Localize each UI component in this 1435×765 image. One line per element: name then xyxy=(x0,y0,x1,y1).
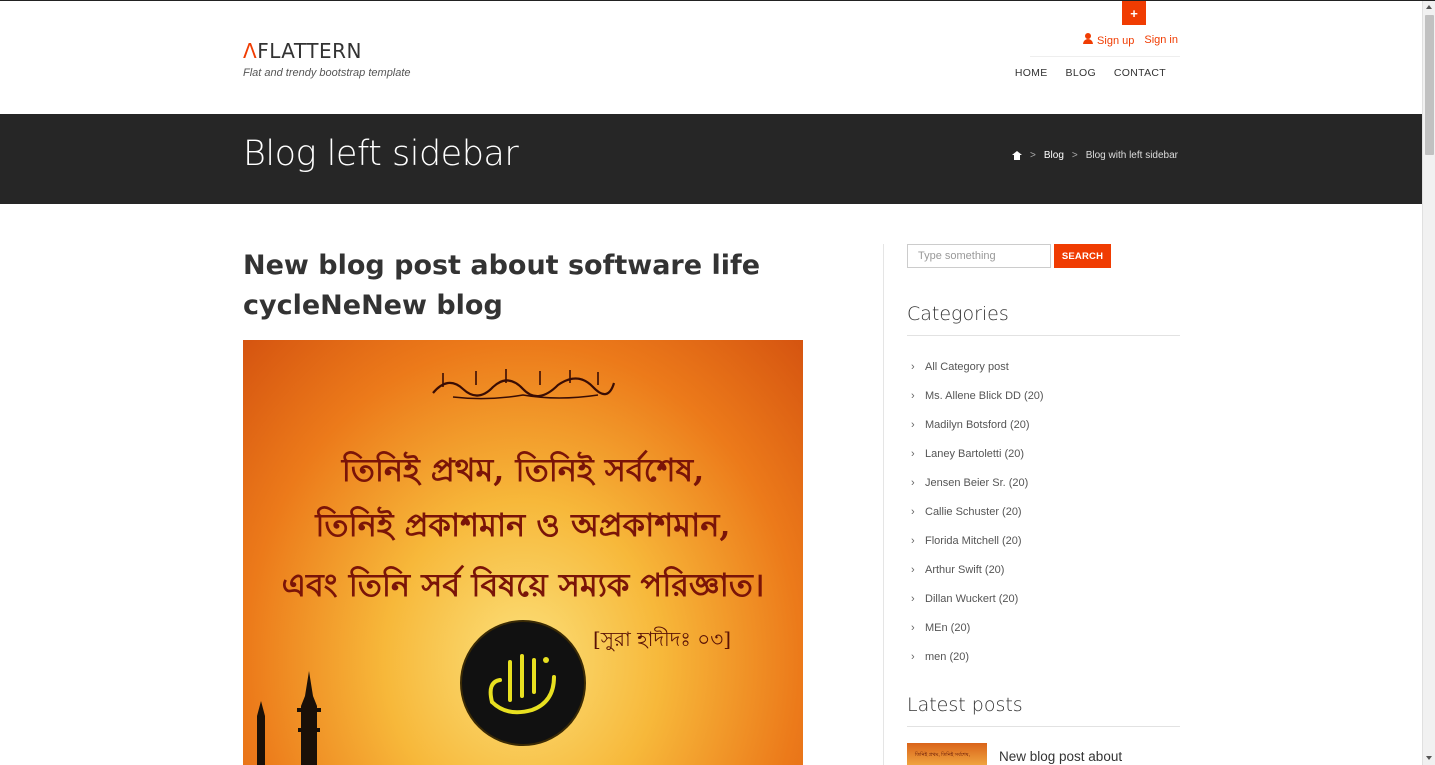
category-label: Laney Bartoletti (20) xyxy=(925,447,1025,460)
category-item[interactable]: › Ms. Allene Blick DD (20) xyxy=(911,381,1044,410)
plus-button[interactable]: + xyxy=(1122,1,1146,25)
bismillah-calligraphy xyxy=(432,369,616,400)
allah-calligraphy-icon xyxy=(488,654,556,715)
category-item[interactable]: › MEn (20) xyxy=(911,613,1044,642)
page-title: Blog left sidebar xyxy=(243,134,519,174)
scroll-up-arrow-icon[interactable] xyxy=(1426,5,1432,9)
category-item[interactable]: › Callie Schuster (20) xyxy=(911,497,1044,526)
vertical-scrollbar[interactable] xyxy=(1422,1,1435,765)
chevron-right-icon: › xyxy=(911,621,915,634)
post-title[interactable]: New blog post about software life cycleN… xyxy=(243,246,803,326)
scroll-down-arrow-icon[interactable] xyxy=(1426,756,1432,760)
category-label: men (20) xyxy=(925,650,970,663)
logo-text: FLATTERN xyxy=(257,39,362,63)
chevron-right-icon: › xyxy=(911,650,915,663)
logo-mark: Λ xyxy=(243,39,258,63)
image-text-line: এবং তিনি সর্ব বিষয়ে সম্যক পরিজ্ঞাত। xyxy=(281,566,765,604)
chevron-right-icon: › xyxy=(911,418,915,431)
chevron-right-icon: › xyxy=(911,360,915,373)
category-label: Jensen Beier Sr. (20) xyxy=(925,476,1029,489)
category-list: › All Category post › Ms. Allene Blick DD … xyxy=(911,352,1044,671)
category-label: Arthur Swift (20) xyxy=(925,563,1005,576)
search-input[interactable] xyxy=(907,244,1051,268)
home-icon[interactable] xyxy=(1012,151,1023,160)
nav-blog[interactable]: BLOG xyxy=(1066,67,1096,79)
category-item[interactable]: › Jensen Beier Sr. (20) xyxy=(911,468,1044,497)
sidebar-divider xyxy=(883,244,884,765)
category-label: Florida Mitchell (20) xyxy=(925,534,1022,547)
chevron-right-icon: › xyxy=(911,505,915,518)
site-header: + ΛFLATTERN Flat and trendy bootstrap te… xyxy=(0,1,1422,113)
chevron-right-icon: › xyxy=(911,447,915,460)
main-nav: HOME BLOG CONTACT xyxy=(1015,67,1166,79)
category-label: Ms. Allene Blick DD (20) xyxy=(925,389,1044,402)
post-image: তিনিই প্রথম, তিনিই সর্বশেষ, তিনিই প্রকাশ… xyxy=(243,340,803,765)
latest-post-title[interactable]: New blog post about xyxy=(999,749,1122,764)
page-title-bar: Blog left sidebar > Blog > Blog with lef… xyxy=(0,114,1422,204)
latest-posts-title: Latest posts xyxy=(907,694,1023,716)
scroll-thumb[interactable] xyxy=(1425,15,1434,155)
breadcrumb-current: Blog with left sidebar xyxy=(1085,150,1178,161)
mosque-silhouette xyxy=(257,671,321,765)
chevron-right-icon: › xyxy=(911,476,915,489)
category-item[interactable]: › Madilyn Botsford (20) xyxy=(911,410,1044,439)
nav-contact[interactable]: CONTACT xyxy=(1114,67,1166,79)
image-text-line: তিনিই প্রথম, তিনিই সর্বশেষ, xyxy=(341,451,705,489)
search-button[interactable]: SEARCH xyxy=(1054,244,1111,268)
category-label: All Category post xyxy=(925,360,1009,373)
site-logo[interactable]: ΛFLATTERN xyxy=(243,39,362,63)
category-item[interactable]: › Florida Mitchell (20) xyxy=(911,526,1044,555)
breadcrumb-separator: > xyxy=(1071,150,1078,161)
site-tagline: Flat and trendy bootstrap template xyxy=(243,67,411,79)
auth-links: Sign up Sign in xyxy=(1083,33,1178,47)
category-label: MEn (20) xyxy=(925,621,971,634)
chevron-right-icon: › xyxy=(911,563,915,576)
category-item[interactable]: › Arthur Swift (20) xyxy=(911,555,1044,584)
nav-divider xyxy=(1030,56,1180,57)
breadcrumb-blog[interactable]: Blog xyxy=(1044,150,1064,161)
category-label: Callie Schuster (20) xyxy=(925,505,1022,518)
category-label: Dillan Wuckert (20) xyxy=(925,592,1019,605)
category-item[interactable]: › All Category post xyxy=(911,352,1044,381)
latest-posts-rule xyxy=(907,726,1180,727)
chevron-right-icon: › xyxy=(911,389,915,402)
category-item[interactable]: › Dillan Wuckert (20) xyxy=(911,584,1044,613)
signin-link[interactable]: Sign in xyxy=(1144,34,1178,46)
latest-post-thumb-text: তিনিই প্রথম, তিনিই সর্বশেষ, xyxy=(915,752,970,758)
signup-label: Sign up xyxy=(1097,35,1135,47)
chevron-right-icon: › xyxy=(911,592,915,605)
categories-title: Categories xyxy=(907,303,1009,325)
chevron-right-icon: › xyxy=(911,534,915,547)
category-item[interactable]: › men (20) xyxy=(911,642,1044,671)
breadcrumb-separator: > xyxy=(1030,150,1036,161)
signup-link[interactable]: Sign up xyxy=(1083,33,1134,47)
breadcrumb: > Blog > Blog with left sidebar xyxy=(1012,150,1178,161)
image-text-line: তিনিই প্রকাশমান ও অপ্রকাশমান, xyxy=(315,506,731,544)
category-label: Madilyn Botsford (20) xyxy=(925,418,1030,431)
nav-home[interactable]: HOME xyxy=(1015,67,1048,79)
image-reference: [সুরা হাদীদঃ ০৩] xyxy=(593,627,732,651)
user-icon xyxy=(1083,33,1094,44)
category-item[interactable]: › Laney Bartoletti (20) xyxy=(911,439,1044,468)
allah-emblem xyxy=(460,620,586,746)
latest-post-thumbnail[interactable]: তিনিই প্রথম, তিনিই সর্বশেষ, xyxy=(907,743,987,765)
categories-rule xyxy=(907,335,1180,336)
